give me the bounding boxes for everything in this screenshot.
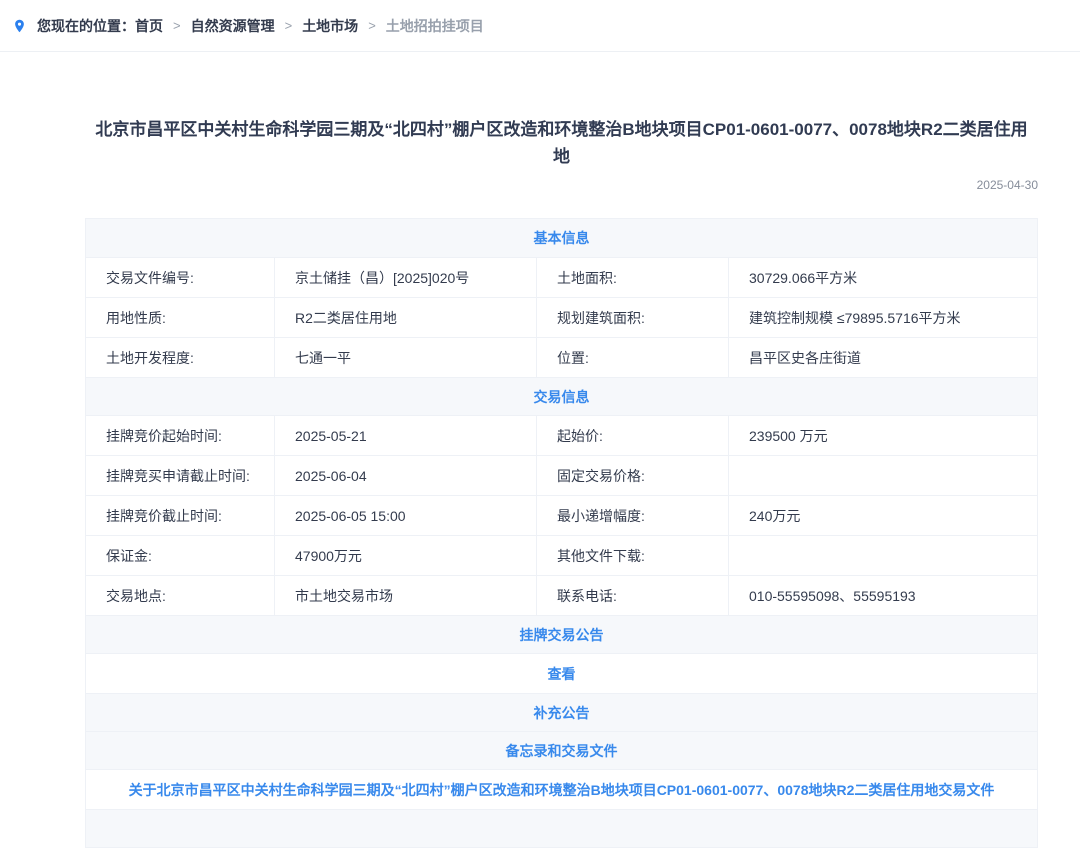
field-value: 47900万元 (274, 536, 536, 575)
table-section-header (86, 809, 1037, 847)
document-link[interactable]: 查看 (86, 653, 1037, 693)
table-row: 用地性质:R2二类居住用地规划建筑面积:建筑控制规模 ≤79895.5716平方… (86, 297, 1037, 337)
table-row: 土地开发程度:七通一平位置:昌平区史各庄街道 (86, 337, 1037, 377)
field-label: 挂牌竞价起始时间: (86, 416, 274, 455)
location-pin-shape (15, 19, 24, 32)
table-row: 保证金:47900万元其他文件下载: (86, 535, 1037, 575)
field-label: 最小递增幅度: (536, 496, 728, 535)
field-value: 30729.066平方米 (728, 258, 1037, 297)
location-pin-icon (12, 17, 27, 35)
article-container: 北京市昌平区中关村生命科学园三期及“北四村”棚户区改造和环境整治B地块项目CP0… (85, 116, 1038, 848)
publish-date: 2025-04-30 (85, 178, 1038, 192)
field-label: 固定交易价格: (536, 456, 728, 495)
table-row: 交易地点:市土地交易市场联系电话:010-55595098、55595193 (86, 575, 1037, 615)
breadcrumb-item[interactable]: 自然资源管理 (191, 16, 275, 36)
breadcrumb-item: 土地招拍挂项目 (386, 16, 484, 36)
page-title: 北京市昌平区中关村生命科学园三期及“北四村”棚户区改造和环境整治B地块项目CP0… (92, 116, 1032, 170)
field-value: 昌平区史各庄街道 (728, 338, 1037, 377)
breadcrumb-separator: > (368, 18, 376, 33)
field-value: 239500 万元 (728, 416, 1037, 455)
field-label: 交易地点: (86, 576, 274, 615)
field-label: 保证金: (86, 536, 274, 575)
field-value: 2025-05-21 (274, 416, 536, 455)
breadcrumb: 您现在的位置： 首页 > 自然资源管理 > 土地市场 > 土地招拍挂项目 (0, 0, 1080, 52)
field-label: 土地开发程度: (86, 338, 274, 377)
table-row: 挂牌竞买申请截止时间:2025-06-04固定交易价格: (86, 455, 1037, 495)
field-value: 240万元 (728, 496, 1037, 535)
field-value (728, 536, 1037, 575)
table-row: 挂牌竞价起始时间:2025-05-21起始价:239500 万元 (86, 415, 1037, 455)
field-label: 交易文件编号: (86, 258, 274, 297)
table-row: 挂牌竞价截止时间:2025-06-05 15:00最小递增幅度:240万元 (86, 495, 1037, 535)
field-value (728, 456, 1037, 495)
field-value: 010-55595098、55595193 (728, 576, 1037, 615)
field-label: 联系电话: (536, 576, 728, 615)
document-link[interactable]: 关于北京市昌平区中关村生命科学园三期及“北四村”棚户区改造和环境整治B地块项目C… (86, 769, 1037, 809)
table-section-header: 挂牌交易公告 (86, 615, 1037, 653)
breadcrumb-separator: > (285, 18, 293, 33)
field-label: 规划建筑面积: (536, 298, 728, 337)
breadcrumb-prefix: 您现在的位置： (37, 16, 135, 36)
table-row: 交易文件编号:京土储挂（昌）[2025]020号土地面积:30729.066平方… (86, 257, 1037, 297)
field-value: R2二类居住用地 (274, 298, 536, 337)
field-value: 京土储挂（昌）[2025]020号 (274, 258, 536, 297)
breadcrumb-item[interactable]: 首页 (135, 16, 163, 36)
field-label: 挂牌竞价截止时间: (86, 496, 274, 535)
table-section-header: 备忘录和交易文件 (86, 731, 1037, 769)
field-label: 位置: (536, 338, 728, 377)
breadcrumb-item[interactable]: 土地市场 (302, 16, 358, 36)
breadcrumb-separator: > (173, 18, 181, 33)
field-value: 市土地交易市场 (274, 576, 536, 615)
field-value: 2025-06-05 15:00 (274, 496, 536, 535)
table-section-header: 补充公告 (86, 693, 1037, 731)
field-label: 用地性质: (86, 298, 274, 337)
field-value: 建筑控制规模 ≤79895.5716平方米 (728, 298, 1037, 337)
field-value: 七通一平 (274, 338, 536, 377)
field-label: 土地面积: (536, 258, 728, 297)
field-label: 起始价: (536, 416, 728, 455)
table-section-header: 交易信息 (86, 377, 1037, 415)
field-label: 其他文件下载: (536, 536, 728, 575)
info-table: 基本信息交易文件编号:京土储挂（昌）[2025]020号土地面积:30729.0… (85, 218, 1038, 848)
table-section-header: 基本信息 (86, 219, 1037, 257)
field-label: 挂牌竞买申请截止时间: (86, 456, 274, 495)
breadcrumb-items: 首页 > 自然资源管理 > 土地市场 > 土地招拍挂项目 (135, 16, 484, 36)
field-value: 2025-06-04 (274, 456, 536, 495)
